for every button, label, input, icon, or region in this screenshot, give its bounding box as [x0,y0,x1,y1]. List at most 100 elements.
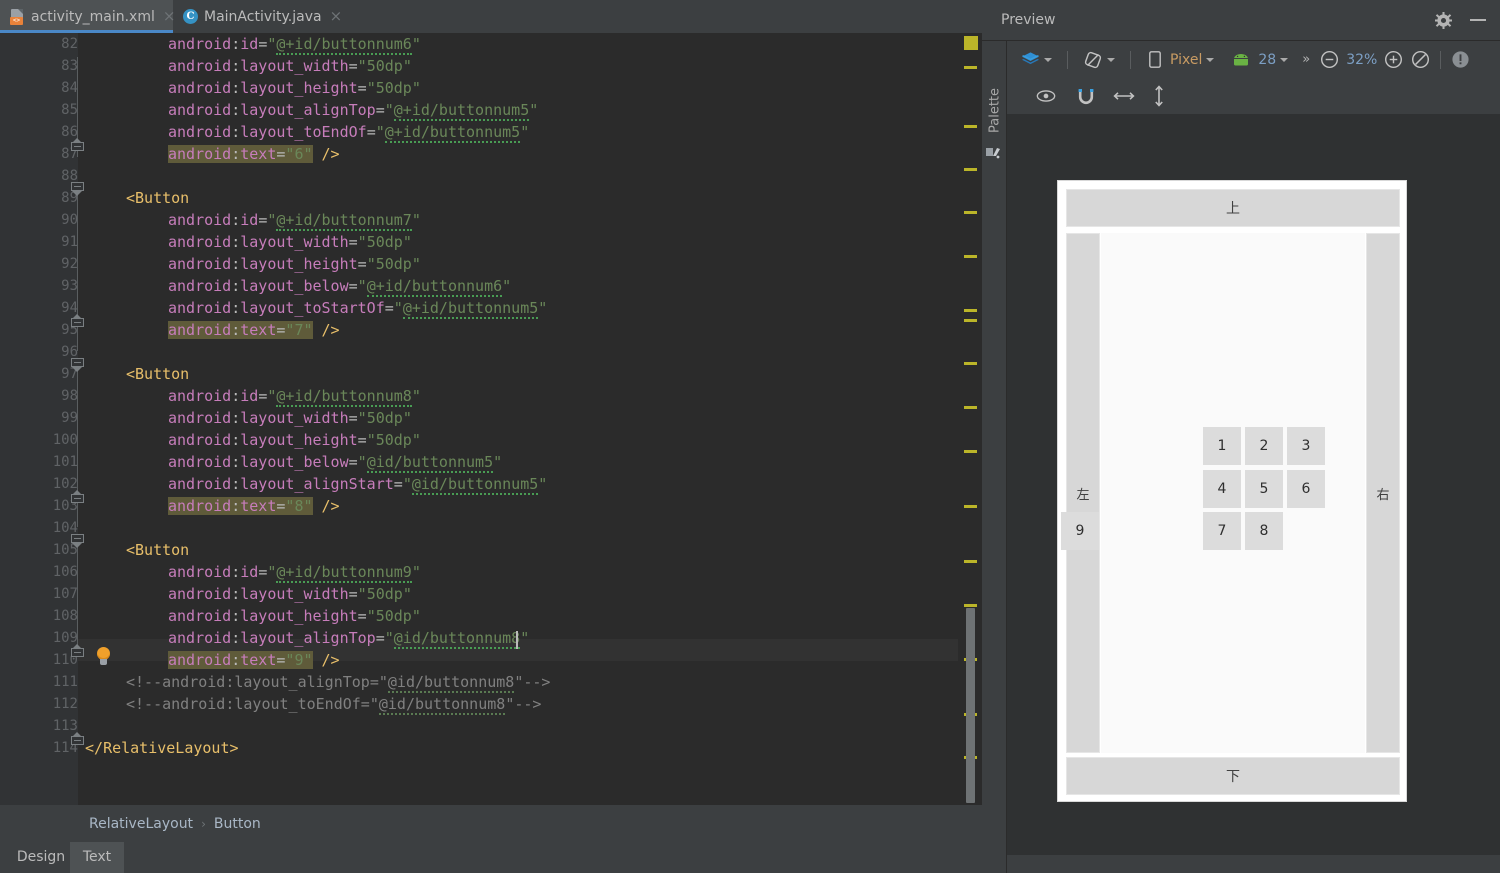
line-number: 83 [61,58,78,74]
line-number: 88 [61,168,78,184]
line-number: 109 [52,630,78,646]
android-icon [1234,53,1249,65]
line-number: 101 [52,454,78,470]
preview-button-9-selected[interactable]: 9 [1061,512,1099,550]
warning-marker[interactable] [964,450,977,453]
minimize-icon[interactable] [1470,19,1486,21]
line-number: 82 [61,36,78,52]
zoom-level: 32% [1346,51,1378,68]
preview-toolbar-row-1: Pixel 28 » 32% [1007,41,1500,78]
xml-layout-icon: <> [10,8,25,25]
toolbar-separator [1130,50,1131,69]
editor-tab-label: activity_main.xml [31,8,155,25]
vertical-scrollbar[interactable] [966,608,975,803]
warning-marker[interactable] [964,319,977,322]
line-number: 113 [52,718,78,734]
breadcrumb-separator: › [201,816,206,831]
preview-button-top[interactable]: 上 [1066,189,1400,227]
zoom-in-button[interactable] [1384,50,1403,69]
zoom-fit-button[interactable] [1411,50,1430,69]
line-number: 111 [52,674,78,690]
overflow-icon[interactable]: » [1302,52,1310,67]
line-number: 90 [61,212,78,228]
preview-button-5[interactable]: 5 [1245,470,1283,508]
palette-label: Palette [987,87,1003,134]
preview-button-1[interactable]: 1 [1203,427,1241,465]
chevron-down-icon[interactable] [1044,57,1052,62]
warning-marker[interactable] [964,406,977,409]
line-number: 103 [52,498,78,514]
warning-marker[interactable] [964,125,977,128]
warning-marker[interactable] [964,505,977,508]
code-editor[interactable]: 82 83 84 85 86 87 88 89 90 91 92 93 94 95 96 97 98 99 100 1… [0,33,982,805]
preview-button-6[interactable]: 6 [1287,470,1325,508]
line-number: 98 [61,388,78,404]
tab-text[interactable]: Text [70,842,124,873]
chevron-down-icon[interactable] [1107,57,1115,62]
tab-design[interactable]: Design [12,842,70,873]
zoom-out-button[interactable] [1320,50,1339,69]
warning-icon[interactable] [1451,50,1470,69]
preview-header: Preview [982,0,1500,41]
close-icon[interactable]: × [330,9,343,24]
warning-marker[interactable] [964,362,977,365]
gear-icon[interactable] [1435,12,1452,29]
preview-button-7[interactable]: 7 [1203,512,1241,550]
preview-button-4[interactable]: 4 [1203,470,1241,508]
preview-button-bottom[interactable]: 下 [1066,757,1400,795]
line-number: 114 [52,740,78,756]
preview-pane: Preview Palette Pixel 28 » 32% 上 左 右 下 1… [982,0,1500,873]
preview-button-2[interactable]: 2 [1245,427,1283,465]
layers-icon[interactable] [1021,51,1052,68]
editor-tab-activity-main-xml[interactable]: <> activity_main.xml × [0,0,175,33]
code-content: android:id="@+id/buttonnum6" android:lay… [85,35,551,757]
breadcrumb-item-relativelayout[interactable]: RelativeLayout [89,816,193,832]
preview-button-8[interactable]: 8 [1245,512,1283,550]
vertical-arrow-icon[interactable] [1153,85,1165,107]
toolbar-separator [1067,50,1068,69]
magnet-icon[interactable] [1077,88,1095,105]
warning-marker[interactable] [964,168,977,171]
line-number: 96 [61,344,78,360]
warning-marker[interactable] [964,309,977,312]
phone-icon [1149,51,1161,68]
palette-rail[interactable]: Palette [982,41,1007,873]
warning-marker[interactable] [964,211,977,214]
editor-pane: <> activity_main.xml × C MainActivity.ja… [0,0,982,873]
api-level: 28 [1258,51,1277,68]
preview-button-right[interactable]: 右 [1366,233,1400,753]
preview-button-left[interactable]: 左 [1066,233,1100,753]
line-number: 92 [61,256,78,272]
warning-marker[interactable] [964,604,977,607]
eye-icon[interactable] [1036,89,1056,103]
line-number: 99 [61,410,78,426]
line-number: 102 [52,476,78,492]
warning-marker[interactable] [964,255,977,258]
editor-tab-mainactivity-java[interactable]: C MainActivity.java × [173,0,346,33]
warning-marker[interactable] [964,66,977,69]
toolbar-separator [1440,50,1442,69]
warning-marker[interactable] [964,36,978,50]
line-number: 94 [61,300,78,316]
editor-view-tabs: Design Text [0,842,982,873]
breadcrumb-item-button[interactable]: Button [214,816,261,832]
rotate-icon[interactable] [1083,50,1115,70]
warning-marker[interactable] [964,560,977,563]
editor-tab-label: MainActivity.java [204,8,322,25]
palette-icon [986,145,1002,159]
line-number: 87 [61,146,78,162]
chevron-down-icon[interactable] [1280,57,1289,62]
horizontal-arrow-icon[interactable] [1113,90,1135,102]
line-number: 108 [52,608,78,624]
line-number: 89 [61,190,78,206]
preview-button-3[interactable]: 3 [1287,427,1325,465]
breadcrumb: RelativeLayout › Button [0,805,982,842]
android-studio-window: <> activity_main.xml × C MainActivity.ja… [0,0,1500,873]
device-selector[interactable]: Pixel [1149,51,1215,68]
line-number: 97 [61,366,78,382]
api-level-selector[interactable]: 28 [1232,51,1289,68]
line-number: 105 [52,542,78,558]
chevron-down-icon[interactable] [1206,57,1215,62]
design-preview-canvas[interactable]: 上 左 右 下 1 2 3 4 5 6 7 8 9 [1007,114,1500,855]
device-screen: 上 左 右 下 1 2 3 4 5 6 7 8 9 [1057,180,1407,802]
